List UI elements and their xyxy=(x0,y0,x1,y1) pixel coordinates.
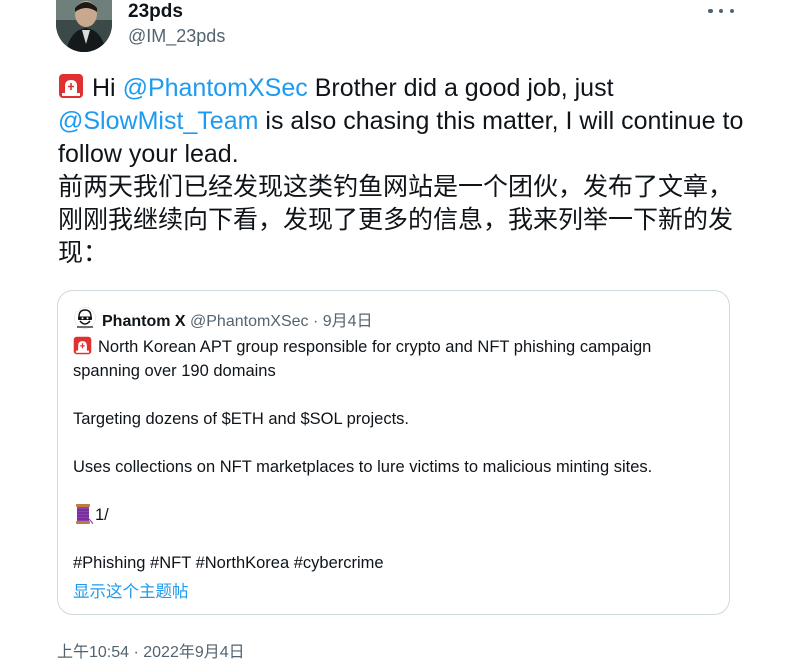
tweet-text: Hi @PhantomXSec Brother did a good job, … xyxy=(58,72,748,270)
quoted-tweet-header: Phantom X @PhantomXSec · 9月4日 xyxy=(102,307,373,331)
quoted-line-1: North Korean APT group responsible for c… xyxy=(73,335,713,383)
quoted-line-2: Targeting dozens of $ETH and $SOL projec… xyxy=(73,410,409,428)
quoted-line-1-text: North Korean APT group responsible for c… xyxy=(73,338,652,380)
avatar-image xyxy=(56,0,112,52)
quoted-hashtags[interactable]: #Phishing #NFT #NorthKorea #cybercrime xyxy=(73,551,713,575)
rotating-light-icon xyxy=(73,336,92,355)
show-thread-link[interactable]: 显示这个主题帖 xyxy=(73,578,189,602)
tweet-timestamp[interactable]: 上午10:54 · 2022年9月4日 xyxy=(57,638,245,662)
quoted-line-4: 1/ xyxy=(73,503,713,527)
thread-spool-icon xyxy=(76,504,93,525)
tweet-text-chinese: 前两天我们已经发现这类钓鱼网站是一个团伙，发布了文章，刚刚我继续向下看，发现了更… xyxy=(58,173,734,267)
more-horizontal-icon[interactable] xyxy=(708,0,734,22)
quoted-tweet-body: North Korean APT group responsible for c… xyxy=(73,335,713,575)
header-separator: · xyxy=(308,313,323,330)
quoted-author-name[interactable]: Phantom X xyxy=(102,313,186,330)
quoted-author-avatar[interactable] xyxy=(74,307,96,329)
mention-slowmist-team[interactable]: @SlowMist_Team xyxy=(58,107,258,135)
rotating-light-icon xyxy=(59,74,83,98)
quoted-line-3: Uses collections on NFT marketplaces to … xyxy=(73,458,653,476)
quoted-tweet-date[interactable]: 9月4日 xyxy=(323,313,373,330)
author-display-name[interactable]: 23pds xyxy=(128,1,183,23)
quoted-author-handle[interactable]: @PhantomXSec xyxy=(190,313,309,330)
tweet-text-part-1: Brother did a good job, just xyxy=(307,74,614,102)
author-handle[interactable]: @IM_23pds xyxy=(128,26,225,47)
author-avatar[interactable] xyxy=(56,0,112,52)
quoted-tweet-card[interactable]: Phantom X @PhantomXSec · 9月4日 North Kore… xyxy=(57,290,730,615)
tweet-text-hi: Hi xyxy=(92,74,123,102)
mention-phantomxsec[interactable]: @PhantomXSec xyxy=(123,74,308,102)
quoted-line-4-text: 1/ xyxy=(95,506,109,524)
